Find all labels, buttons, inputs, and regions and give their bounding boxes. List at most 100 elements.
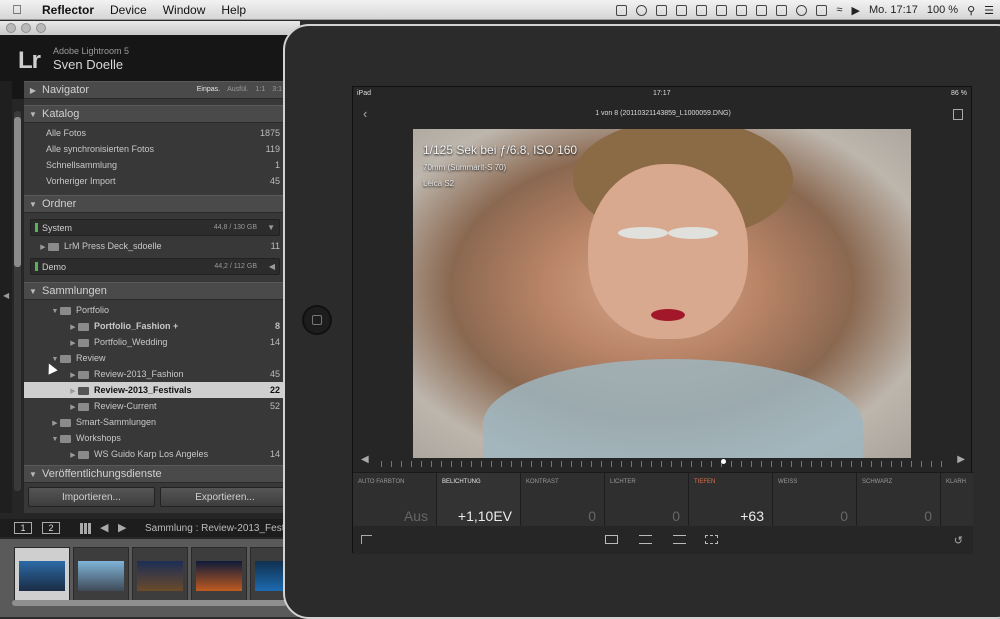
volume-arrow-icon[interactable]: ▼ <box>267 223 275 232</box>
clock-text[interactable]: Mo. 17:17 <box>869 4 918 16</box>
grid-view-icon[interactable] <box>80 523 91 534</box>
expand-icon[interactable]: ▶ <box>68 323 78 331</box>
collection-item[interactable]: ▶ Review-Current 52 <box>24 398 286 414</box>
expand-icon[interactable]: ▶ <box>68 451 78 459</box>
menu-app[interactable]: Reflector <box>34 3 102 17</box>
adjust-shadows[interactable]: TIEFEN +63 <box>689 473 773 527</box>
collection-set[interactable]: ▶ Smart-Sammlungen <box>24 414 286 430</box>
collection-set[interactable]: ▼ Portfolio <box>24 302 286 318</box>
key-icon[interactable] <box>716 4 728 16</box>
catalog-header[interactable]: ▼ Katalog <box>24 105 286 123</box>
battery-text[interactable]: 100 % <box>927 4 958 16</box>
folder-item[interactable]: ▶ LrM Press Deck_sdoelle 11 <box>24 238 286 254</box>
collapse-icon[interactable]: ▼ <box>50 308 60 315</box>
photo-preview[interactable]: 1/125 Sek bei ƒ/6.8, ISO 160 70mm (Summa… <box>413 129 911 458</box>
window-1-button[interactable]: 1 <box>14 522 32 534</box>
filmstrip-scrollbar[interactable] <box>12 600 287 606</box>
display-icon[interactable] <box>696 4 708 16</box>
navigator-header[interactable]: ▶ Navigator Einpas. Ausfül. 1:1 3:1 <box>24 81 286 99</box>
lock-icon[interactable] <box>756 4 768 16</box>
notification-icon[interactable]: ☰ <box>984 4 994 17</box>
adjust-highlights[interactable]: LICHTER 0 <box>605 473 689 527</box>
volume-arrow-icon[interactable]: ◀ <box>269 262 275 271</box>
zoom-window-icon[interactable] <box>36 23 46 33</box>
menu-window[interactable]: Window <box>155 3 214 17</box>
sync-icon[interactable] <box>636 4 648 16</box>
expand-icon[interactable]: ▶ <box>68 339 78 347</box>
filmstrip-thumbnail[interactable] <box>14 547 70 603</box>
back-arrow-icon[interactable]: ◀ <box>100 521 108 534</box>
catalog-item[interactable]: Alle Fotos 1875 <box>24 125 286 141</box>
flag-icon[interactable] <box>361 535 372 544</box>
collapse-left-icon[interactable]: ◀ <box>3 291 9 300</box>
left-panel-toggle[interactable]: ◀ <box>0 81 12 513</box>
zoom-fit[interactable]: Einpas. <box>197 86 220 93</box>
screen-icon[interactable] <box>656 4 668 16</box>
adjustment-slider[interactable]: ◀ ▶ <box>353 452 973 472</box>
filmstrip-thumbnail[interactable] <box>191 547 247 603</box>
minimize-window-icon[interactable] <box>21 23 31 33</box>
import-button[interactable]: Importieren... <box>28 487 155 507</box>
expand-icon[interactable]: ▶ <box>50 419 60 427</box>
share-icon[interactable] <box>953 109 963 120</box>
adjust-sliders-icon[interactable] <box>639 535 652 544</box>
collection-item-selected[interactable]: ▶ Review-2013_Festivals 22 <box>24 382 286 398</box>
clock-icon[interactable] <box>796 4 808 16</box>
apple-icon[interactable]:  <box>0 2 34 17</box>
catalog-item[interactable]: Vorheriger Import 45 <box>24 173 286 189</box>
collection-set[interactable]: ▼ Review <box>24 350 286 366</box>
collection-icon <box>78 322 89 331</box>
battery-icon[interactable] <box>776 4 788 16</box>
adjust-clarity[interactable]: KLARH <box>941 473 973 527</box>
expand-icon[interactable]: ▶ <box>38 243 48 251</box>
undo-icon[interactable]: ↺ <box>954 534 963 547</box>
shield-icon[interactable] <box>736 4 748 16</box>
export-button[interactable]: Exportieren... <box>160 487 290 507</box>
collections-header[interactable]: ▼ Sammlungen <box>24 282 286 300</box>
adjust-blacks[interactable]: SCHWARZ 0 <box>857 473 941 527</box>
collapse-icon[interactable]: ▼ <box>50 436 60 443</box>
filmstrip-icon[interactable] <box>605 535 618 544</box>
spotlight-icon[interactable]: ⚲ <box>967 4 975 17</box>
volume-system[interactable]: System 44,8 / 130 GB ▼ <box>30 219 280 236</box>
window-2-button[interactable]: 2 <box>42 522 60 534</box>
catalog-item[interactable]: Alle synchronisierten Fotos 119 <box>24 141 286 157</box>
adjust-auto-tone[interactable]: AUTO FARBTON Aus <box>353 473 437 527</box>
zoom-3-1[interactable]: 3:1 <box>272 86 282 93</box>
collection-item[interactable]: ▶ Portfolio_Wedding 14 <box>24 334 286 350</box>
adjust-contrast[interactable]: KONTRAST 0 <box>521 473 605 527</box>
menu-device[interactable]: Device <box>102 3 155 17</box>
adjust-whites[interactable]: WEISS 0 <box>773 473 857 527</box>
folders-header[interactable]: ▼ Ordner <box>24 195 286 213</box>
volume-icon[interactable]: ▶ <box>851 4 859 17</box>
close-window-icon[interactable] <box>6 23 16 33</box>
panel-scroll-thumb[interactable] <box>14 117 21 267</box>
catalog-item[interactable]: Schnellsammlung 1 <box>24 157 286 173</box>
home-button[interactable] <box>302 305 332 335</box>
slider-right-icon[interactable]: ▶ <box>957 454 965 465</box>
crop-tool-icon[interactable] <box>705 535 718 544</box>
adjust-exposure[interactable]: BELICHTUNG +1,10EV <box>437 473 521 527</box>
collection-item[interactable]: ▶ WS Guido Karp Los Angeles 14 <box>24 446 286 462</box>
presets-list-icon[interactable] <box>673 535 686 544</box>
zoom-fill[interactable]: Ausfül. <box>227 86 248 93</box>
crop-icon[interactable] <box>676 4 688 16</box>
volume-demo[interactable]: Demo 44,2 / 112 GB ◀ <box>30 258 280 275</box>
forward-arrow-icon[interactable]: ▶ <box>118 521 126 534</box>
filmstrip-thumbnail[interactable] <box>73 547 129 603</box>
filmstrip-thumbnail[interactable] <box>132 547 188 603</box>
publish-header[interactable]: ▼ Veröffentlichungsdienste <box>24 465 286 483</box>
collection-set[interactable]: ▼ Workshops <box>24 430 286 446</box>
slider-knob[interactable] <box>721 459 726 464</box>
status-icon[interactable] <box>616 4 628 16</box>
expand-icon[interactable]: ▶ <box>68 387 78 395</box>
expand-icon[interactable]: ▶ <box>68 371 78 379</box>
slider-left-icon[interactable]: ◀ <box>361 454 369 465</box>
wifi-icon[interactable]: ≈ <box>836 4 842 16</box>
expand-icon[interactable]: ▶ <box>68 403 78 411</box>
collection-item[interactable]: ▶ Review-2013_Fashion 45 <box>24 366 286 382</box>
bluetooth-icon[interactable] <box>816 4 828 16</box>
collection-item[interactable]: ▶ Portfolio_Fashion +8 <box>24 318 286 334</box>
zoom-1-1[interactable]: 1:1 <box>256 86 266 93</box>
menu-help[interactable]: Help <box>213 3 254 17</box>
